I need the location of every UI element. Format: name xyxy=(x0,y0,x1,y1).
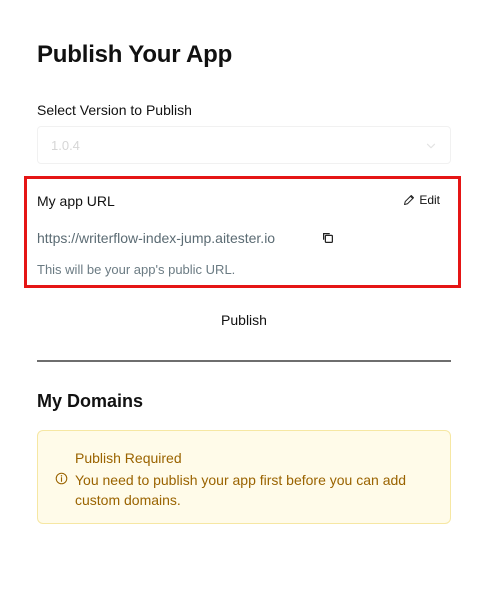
version-select-label: Select Version to Publish xyxy=(37,102,192,118)
version-select[interactable]: 1.0.4 xyxy=(37,126,451,164)
section-divider xyxy=(37,360,451,362)
app-url-value: https://writerflow-index-jump.aitester.i… xyxy=(37,230,276,246)
app-url-heading: My app URL xyxy=(37,193,115,209)
version-select-value: 1.0.4 xyxy=(51,138,80,153)
alert-body: You need to publish your app first befor… xyxy=(75,472,407,508)
edit-url-button[interactable]: Edit xyxy=(403,193,440,207)
publish-required-alert: Publish Required You need to publish you… xyxy=(37,430,451,524)
page-title: Publish Your App xyxy=(37,41,233,68)
alert-title: Publish Required xyxy=(75,450,182,466)
copy-icon[interactable] xyxy=(321,231,335,245)
edit-url-label: Edit xyxy=(419,193,440,207)
pencil-icon xyxy=(404,195,415,205)
domains-heading: My Domains xyxy=(37,391,144,411)
publish-button[interactable]: Publish xyxy=(37,304,451,336)
app-url-section: My app URL Edit https://writerflow-index… xyxy=(24,176,461,288)
app-url-help: This will be your app's public URL. xyxy=(37,262,236,277)
chevron-down-icon xyxy=(426,143,436,149)
info-icon xyxy=(55,472,68,485)
